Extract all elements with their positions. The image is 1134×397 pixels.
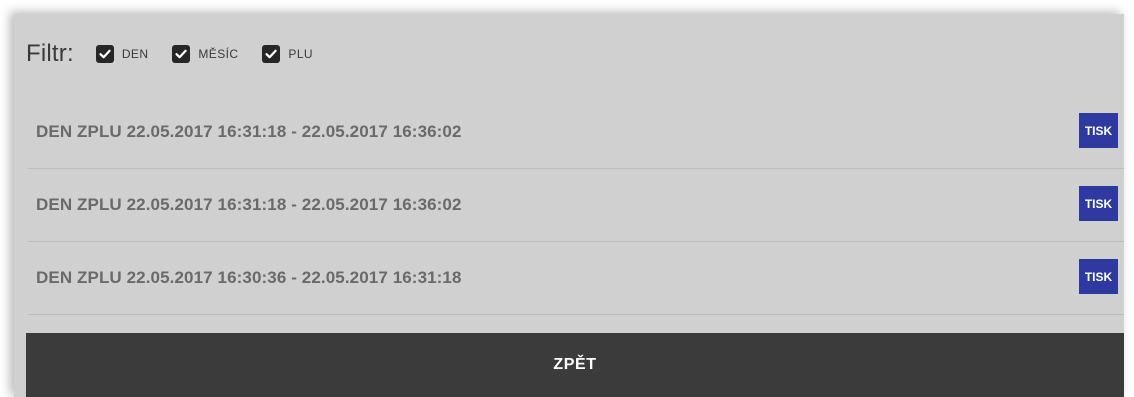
- report-history-panel: Filtr: DEN MĚSÍC PLU DEN ZPLU 22.05.2017…: [14, 14, 1124, 397]
- print-button[interactable]: TISK: [1079, 259, 1118, 294]
- checkbox-checked-icon[interactable]: [262, 45, 281, 63]
- report-title: DEN ZPLU 22.05.2017 16:30:36 - 22.05.201…: [36, 268, 462, 287]
- list-item: DEN ZPLU 22.05.2017 16:31:18 - 22.05.201…: [28, 96, 1124, 169]
- filter-option-label: MĚSÍC: [198, 47, 239, 61]
- filter-option-day[interactable]: DEN: [95, 45, 149, 63]
- print-button[interactable]: TISK: [1079, 113, 1118, 148]
- checkbox-checked-icon[interactable]: [172, 45, 191, 63]
- report-list: DEN ZPLU 22.05.2017 16:31:18 - 22.05.201…: [28, 96, 1124, 315]
- filter-label: Filtr:: [26, 40, 74, 67]
- back-button[interactable]: ZPĚT: [26, 333, 1124, 397]
- print-button[interactable]: TISK: [1079, 186, 1118, 221]
- screen: Filtr: DEN MĚSÍC PLU DEN ZPLU 22.05.2017…: [0, 0, 1134, 397]
- report-title: DEN ZPLU 22.05.2017 16:31:18 - 22.05.201…: [36, 122, 462, 141]
- filter-option-label: DEN: [121, 47, 149, 61]
- filter-bar: Filtr: DEN MĚSÍC PLU: [14, 14, 1124, 94]
- list-item: DEN ZPLU 22.05.2017 16:31:18 - 22.05.201…: [28, 169, 1124, 242]
- report-title: DEN ZPLU 22.05.2017 16:31:18 - 22.05.201…: [36, 195, 462, 214]
- filter-option-plu[interactable]: PLU: [262, 45, 313, 63]
- filter-option-label: PLU: [288, 47, 313, 61]
- checkbox-checked-icon[interactable]: [95, 45, 114, 63]
- list-item: DEN ZPLU 22.05.2017 16:30:36 - 22.05.201…: [28, 242, 1124, 315]
- filter-option-month[interactable]: MĚSÍC: [172, 45, 238, 63]
